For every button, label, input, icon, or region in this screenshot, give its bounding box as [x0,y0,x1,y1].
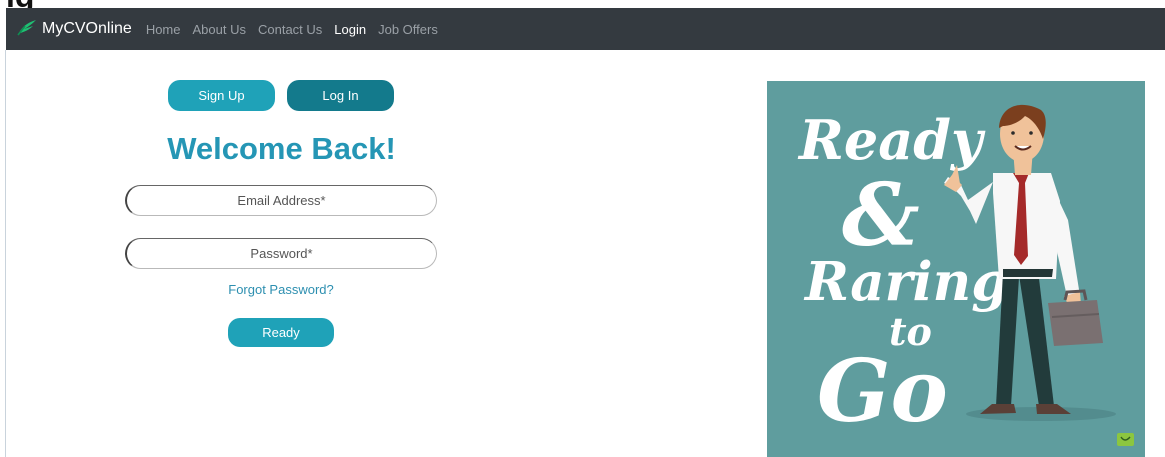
navbar: MyCVOnline Home About Us Contact Us Logi… [6,8,1165,50]
forgot-password-link[interactable]: Forgot Password? [125,282,437,297]
nav-link-login[interactable]: Login [334,22,366,37]
brand-name: MyCVOnline [42,20,132,37]
poster-line-go: Go [817,341,948,442]
nav-link-about-us[interactable]: About Us [193,22,246,37]
leaf-logo-icon [16,18,38,41]
nav-link-contact-us[interactable]: Contact Us [258,22,322,37]
ready-raring-to-go-poster: Ready & Raring to Go [767,81,1145,457]
brand[interactable]: MyCVOnline [16,18,132,41]
nav-link-job-offers[interactable]: Job Offers [378,22,438,37]
password-field[interactable] [125,238,437,269]
nav-link-home[interactable]: Home [146,22,181,37]
top-strip-text: ig [6,0,34,8]
ready-submit-button[interactable]: Ready [228,318,334,347]
poster-line-ready: Ready [797,108,986,172]
poster-illustration: Ready & Raring to Go [767,81,1145,457]
email-field[interactable] [125,185,437,216]
login-tab-button[interactable]: Log In [287,80,394,111]
poster-line-raring: Raring [803,251,1008,313]
page-title: Welcome Back! [167,131,396,166]
signup-tab-button[interactable]: Sign Up [168,80,275,111]
top-strip: ig [0,0,1165,8]
nav-links: Home About Us Contact Us Login Job Offer… [146,22,450,37]
